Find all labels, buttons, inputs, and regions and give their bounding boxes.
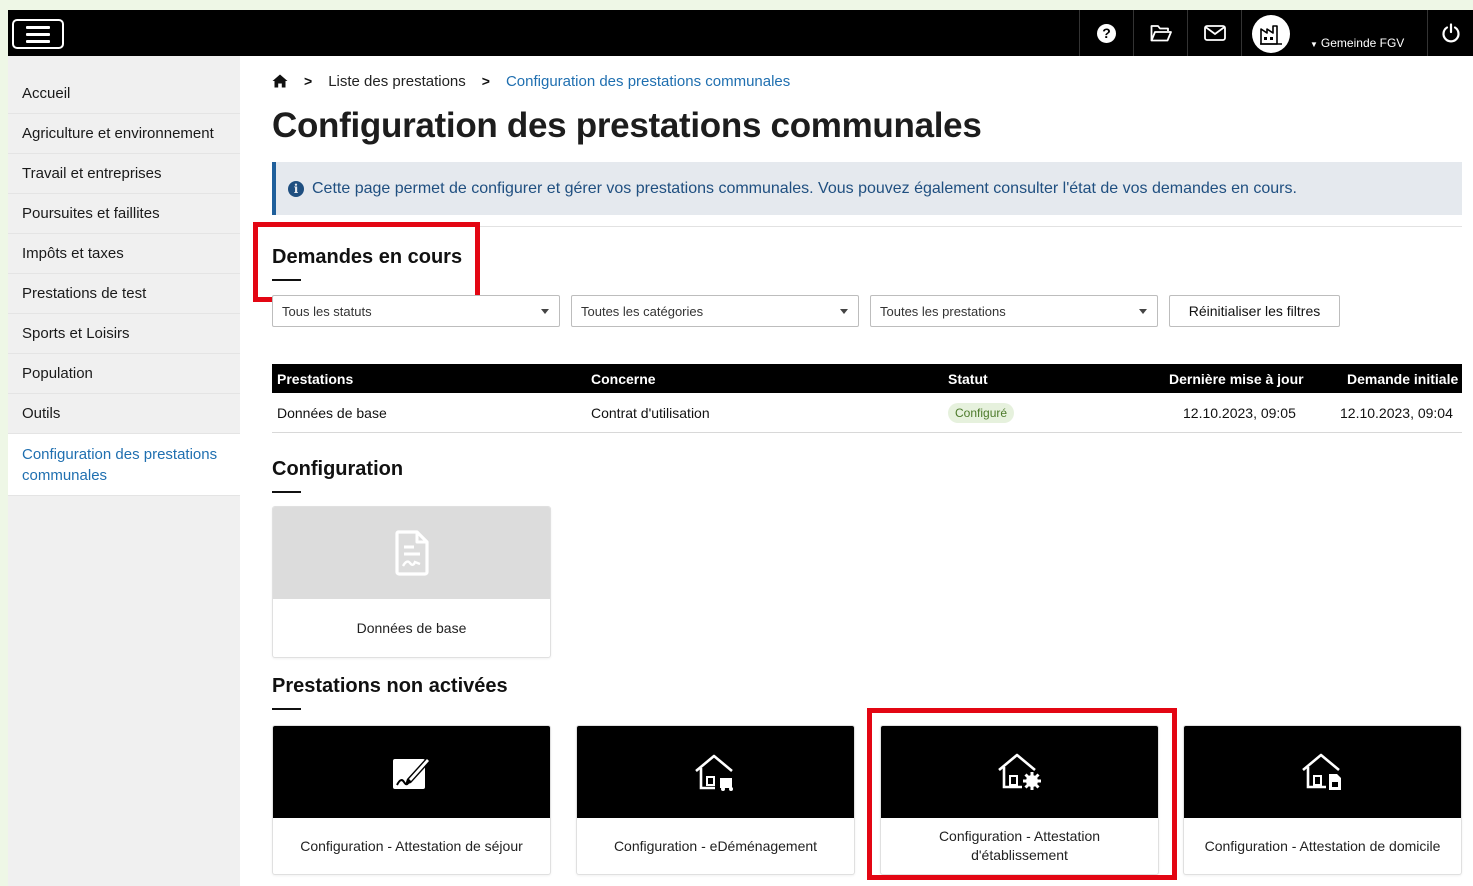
sidebar: Accueil Agriculture et environnement Tra… — [8, 56, 240, 886]
caret-down-icon: ▼ — [1310, 40, 1318, 49]
column-header-updated[interactable]: Dernière mise à jour — [1169, 364, 1304, 393]
chevron-down-icon — [1139, 309, 1147, 314]
breadcrumb-separator: > — [304, 73, 313, 89]
help-button[interactable]: ? — [1079, 10, 1133, 56]
folder-button[interactable] — [1133, 10, 1187, 56]
chevron-down-icon — [541, 309, 549, 314]
sidebar-item-accueil[interactable]: Accueil — [8, 74, 240, 114]
top-bar: ? ▼ Gemeinde FGV — [8, 10, 1473, 56]
column-header-initial[interactable]: Demande initiale — [1347, 364, 1458, 393]
card-attestation-domicile[interactable]: Configuration - Attestation de domicile — [1183, 725, 1462, 875]
card-icon-area — [577, 726, 854, 818]
hamburger-menu-icon[interactable] — [12, 19, 64, 49]
sidebar-item-impots[interactable]: Impôts et taxes — [8, 234, 240, 274]
sidebar-item-agriculture[interactable]: Agriculture et environnement — [8, 114, 240, 154]
card-icon-area — [1184, 726, 1461, 818]
home-icon[interactable] — [272, 74, 288, 88]
user-menu[interactable]: ▼ Gemeinde FGV — [1241, 10, 1427, 56]
card-label: Configuration - Attestation de domicile — [1204, 837, 1441, 854]
sidebar-item-outils[interactable]: Outils — [8, 394, 240, 434]
help-icon: ? — [1097, 23, 1116, 43]
highlight-box-etablissement — [867, 708, 1177, 880]
chevron-down-icon — [840, 309, 848, 314]
card-label: Configuration - Attestation de séjour — [300, 837, 523, 854]
cell-statut: Configuré — [948, 393, 1015, 432]
card-icon-area — [273, 507, 550, 599]
breadcrumb-current: Configuration des prestations communales — [505, 72, 791, 90]
document-icon — [394, 530, 429, 576]
card-donnees-de-base[interactable]: Données de base — [272, 506, 551, 658]
breadcrumb-link-liste[interactable]: Liste des prestations — [328, 73, 466, 90]
sidebar-item-population[interactable]: Population — [8, 354, 240, 394]
service-filter-select[interactable]: Toutes les prestations — [870, 295, 1158, 327]
factory-icon — [1260, 25, 1282, 45]
table-row[interactable]: Données de base Contrat d'utilisation Co… — [272, 393, 1462, 433]
user-name: ▼ Gemeinde FGV — [1310, 36, 1405, 50]
card-edemenagement[interactable]: Configuration - eDéménagement — [576, 725, 855, 875]
signature-edit-icon — [392, 757, 431, 789]
service-filter-value: Toutes les prestations — [880, 303, 1006, 319]
cell-prestation: Données de base — [277, 404, 387, 421]
sidebar-item-travail[interactable]: Travail et entreprises — [8, 154, 240, 194]
category-filter-select[interactable]: Toutes les catégories — [571, 295, 859, 327]
breadcrumb-separator: > — [481, 73, 490, 89]
sidebar-item-poursuites[interactable]: Poursuites et faillites — [8, 194, 240, 234]
cell-updated: 12.10.2023, 09:05 — [1183, 404, 1296, 421]
status-filter-value: Tous les statuts — [282, 303, 372, 319]
power-icon — [1441, 23, 1460, 43]
category-filter-value: Toutes les catégories — [581, 303, 704, 319]
requests-table-header: Prestations Concerne Statut Dernière mis… — [272, 364, 1462, 393]
card-label: Configuration - eDéménagement — [613, 837, 818, 854]
sidebar-item-prestations-test[interactable]: Prestations de test — [8, 274, 240, 314]
status-badge: Configuré — [948, 402, 1015, 423]
column-header-concerne[interactable]: Concerne — [591, 364, 656, 393]
reset-filters-button[interactable]: Réinitialiser les filtres — [1169, 295, 1340, 327]
info-icon: i — [288, 180, 304, 197]
section-title-inactive: Prestations non activées — [272, 675, 508, 710]
column-header-statut[interactable]: Statut — [948, 364, 988, 393]
folder-icon — [1150, 25, 1172, 42]
page-title: Configuration des prestations communales — [272, 106, 982, 145]
house-moving-icon — [694, 754, 733, 791]
cell-initial: 12.10.2023, 09:04 — [1340, 404, 1453, 421]
house-document-icon — [1301, 753, 1341, 790]
cell-concerne: Contrat d'utilisation — [591, 404, 710, 421]
mail-button[interactable] — [1187, 10, 1241, 56]
section-title-configuration: Configuration — [272, 458, 404, 493]
card-label: Données de base — [356, 619, 467, 636]
mail-icon — [1203, 25, 1226, 41]
breadcrumb: > Liste des prestations > Configuration … — [272, 72, 790, 90]
info-banner: i Cette page permet de configurer et gér… — [272, 162, 1462, 215]
avatar — [1252, 15, 1290, 53]
info-text: Cette page permet de configurer et gérer… — [312, 179, 1297, 197]
sidebar-item-configuration[interactable]: Configuration des prestations communales — [8, 434, 240, 496]
highlight-box-requests — [253, 222, 480, 302]
sidebar-item-sports[interactable]: Sports et Loisirs — [8, 314, 240, 354]
logout-button[interactable] — [1427, 10, 1473, 56]
card-attestation-sejour[interactable]: Configuration - Attestation de séjour — [272, 725, 551, 875]
window-frame-left — [0, 0, 8, 886]
card-icon-area — [273, 726, 550, 818]
window-frame-top — [0, 0, 1473, 10]
status-filter-select[interactable]: Tous les statuts — [272, 295, 560, 327]
column-header-prestations[interactable]: Prestations — [277, 364, 353, 393]
